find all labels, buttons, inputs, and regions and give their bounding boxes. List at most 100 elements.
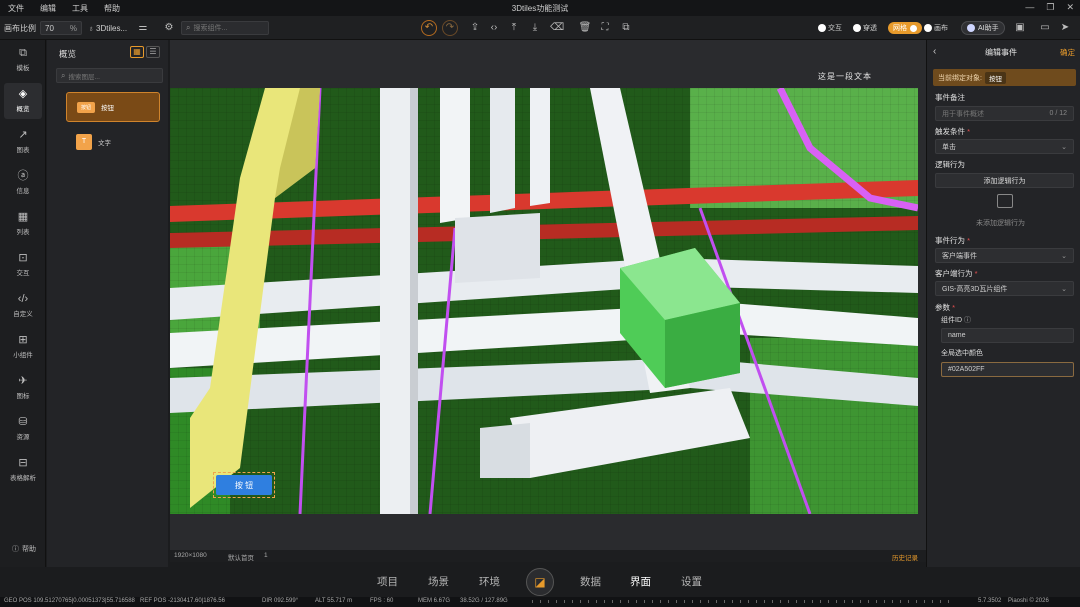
layers-icon: ◈ (18, 88, 28, 100)
center-logo-icon[interactable]: ◪ (526, 568, 554, 596)
copy-icon[interactable]: ⧉ (619, 21, 633, 35)
rail-item-resource[interactable]: ⛁ 资源 (4, 411, 42, 447)
rail-item-template[interactable]: ⧉ 模板 (4, 42, 42, 78)
close-icon[interactable]: ✕ (1066, 2, 1074, 13)
component-id-input[interactable]: name (941, 328, 1074, 343)
rail-item-label: 模板 (16, 65, 30, 72)
back-icon[interactable]: ‹ (933, 46, 936, 57)
gear-icon[interactable]: ⚙ (162, 21, 176, 35)
event-action-select[interactable]: 客户端事件 ⌄ (935, 248, 1074, 263)
toggle-grid[interactable]: 网格 (888, 20, 922, 36)
layer-search-input[interactable]: ⌕ 搜索图层... (56, 68, 163, 83)
3d-viewport[interactable]: 按 钮 (170, 88, 918, 514)
component-id-label: 组件ID ⓘ (941, 315, 971, 325)
bind-target-bar: 当前绑定对象: 按钮 (933, 69, 1076, 86)
rail-item-overview[interactable]: ◈ 概览 (4, 83, 42, 119)
remark-placeholder: 用于事件概述 (942, 110, 984, 118)
menu-edit[interactable]: 编辑 (32, 3, 64, 14)
nav-environment[interactable]: 环境 (479, 574, 500, 589)
save-icon[interactable]: ▣ (1013, 21, 1027, 35)
layer-item-label: 文字 (98, 140, 111, 147)
layer-item-text[interactable]: T 文字 (66, 127, 160, 157)
send-icon[interactable]: ➤ (1058, 21, 1072, 35)
rail-item-table-parse[interactable]: ⊟ 表格解析 (4, 452, 42, 488)
dir-readout: DIR 092.599° (262, 598, 299, 604)
resource-icon: ⛁ (18, 416, 28, 428)
list-view-icon[interactable]: ☰ (146, 46, 160, 58)
canvas-ratio: 画布比例 70 % (4, 20, 82, 36)
undo-icon[interactable]: ↶ (421, 20, 437, 36)
highlight-color-input[interactable]: #02A502FF (941, 362, 1074, 377)
canvas-ratio-label: 画布比例 (4, 23, 36, 33)
upload-icon[interactable]: ⤒ (507, 21, 521, 35)
nav-settings[interactable]: 设置 (681, 574, 702, 589)
download-icon[interactable]: ⤓ (528, 21, 542, 35)
button-badge-icon: 按钮 (77, 101, 96, 113)
ai-assistant-button[interactable]: AI助手 (961, 20, 1005, 36)
rail-item-icons[interactable]: ✈ 图标 (4, 370, 42, 406)
grid-view-icon[interactable]: ▦ (130, 46, 144, 58)
required-mark: * (952, 303, 956, 312)
toggle-canvas[interactable]: 画布 (924, 20, 948, 36)
code-view-icon[interactable]: ‹› (487, 21, 501, 35)
interact-icon: ⊡ (18, 252, 28, 264)
delete-icon[interactable]: 🗑 (578, 21, 592, 35)
nav-interface[interactable]: 界面 (630, 574, 651, 589)
params-label-text: 参数 (935, 303, 950, 312)
layer-item-button[interactable]: 按钮 按钮 (66, 92, 160, 122)
help-link[interactable]: ⓘ 帮助 (12, 544, 36, 554)
empty-logic-text: 未添加逻辑行为 (976, 220, 1025, 227)
viewport-button[interactable]: 按 钮 (216, 475, 272, 495)
menu-tools[interactable]: 工具 (64, 3, 96, 14)
sliders-icon[interactable]: ⚌ (136, 21, 150, 35)
fit-icon[interactable]: ⛶ (598, 21, 612, 35)
rail-item-label: 信息 (16, 188, 30, 195)
toggle-penetrate[interactable]: 穿透 (853, 20, 877, 36)
client-action-select[interactable]: GIS-高亮3D瓦片组件 ⌄ (935, 281, 1074, 296)
menu-help[interactable]: 帮助 (96, 3, 128, 14)
restore-icon[interactable]: ❐ (1046, 2, 1054, 13)
trigger-select[interactable]: 单击 ⌄ (935, 139, 1074, 154)
monitor-icon[interactable]: ▭ (1038, 21, 1052, 35)
text-badge-icon: T (76, 134, 92, 150)
selection-frame: 按 钮 (213, 472, 275, 498)
overlay-text[interactable]: 这是一段文本 (818, 71, 872, 82)
event-action-label-text: 事件行为 (935, 236, 965, 245)
confirm-button[interactable]: 确定 (1060, 47, 1075, 58)
code-icon: ‹/› (17, 293, 29, 305)
history-link[interactable]: 历史记录 (892, 552, 918, 562)
event-action-label: 事件行为 * (935, 235, 970, 246)
event-editor-panel: ‹ 编辑事件 确定 当前绑定对象: 按钮 事件备注 用于事件概述 0 / 12 … (926, 40, 1080, 567)
plane-icon: ✈ (18, 375, 28, 387)
client-action-value: GIS-高亮3D瓦片组件 (942, 285, 1008, 293)
rail-item-interact[interactable]: ⊡ 交互 (4, 247, 42, 283)
canvas-ratio-input[interactable]: 70 % (40, 21, 82, 35)
export-icon[interactable]: ⇪ (468, 21, 482, 35)
nav-scene[interactable]: 场景 (428, 574, 449, 589)
redo-icon[interactable]: ↷ (442, 20, 458, 36)
toggle-grid-label: 网格 (893, 25, 907, 32)
clear-icon[interactable]: ⌫ (550, 21, 564, 35)
nav-data[interactable]: 数据 (580, 574, 601, 589)
rail-item-label: 概览 (16, 106, 30, 113)
rail-item-widget[interactable]: ⊞ 小组件 (4, 329, 42, 365)
rail-item-list[interactable]: ▦ 列表 (4, 206, 42, 242)
nav-project[interactable]: 项目 (377, 574, 398, 589)
panel-title: 编辑事件 (985, 48, 1017, 57)
toggle-interact[interactable]: 交互 (818, 20, 842, 36)
add-logic-button[interactable]: 添加逻辑行为 (935, 173, 1074, 188)
question-icon[interactable]: ⓘ (964, 317, 971, 324)
remark-input[interactable]: 用于事件概述 0 / 12 (935, 106, 1074, 121)
rail-item-chart[interactable]: ↗ 图表 (4, 124, 42, 160)
scene-selector[interactable]: ♁ 3Dtiles... (88, 20, 127, 36)
rail-item-info[interactable]: ⓐ 信息 (4, 165, 42, 201)
page-label[interactable]: 默认首页 (228, 552, 254, 562)
bulb-icon: ♁ (88, 23, 94, 33)
rail-item-custom[interactable]: ‹/› 自定义 (4, 288, 42, 324)
canvas-ratio-value: 70 (45, 23, 54, 33)
menu-file[interactable]: 文件 (0, 3, 32, 14)
search-icon: ⌕ (61, 70, 66, 80)
chart-icon: ↗ (18, 129, 28, 141)
minimize-icon[interactable]: — (1025, 2, 1034, 13)
component-search-input[interactable]: ⌕ 搜索组件... (181, 21, 269, 35)
